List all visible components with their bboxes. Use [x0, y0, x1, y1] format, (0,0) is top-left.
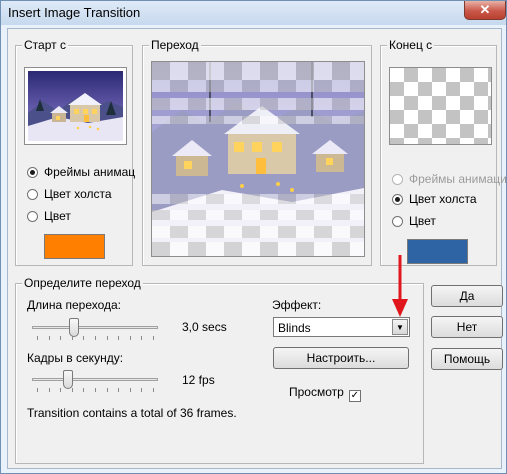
slider-tick	[107, 336, 108, 340]
slider-tick	[72, 336, 73, 340]
slider-track	[32, 378, 158, 381]
end-option-color-label: Цвет	[409, 214, 436, 228]
slider-tick	[49, 388, 50, 392]
slider-tick	[95, 388, 96, 392]
end-group-label: Конец с	[387, 38, 435, 52]
effect-label: Эффект:	[272, 298, 322, 312]
slider-tick	[72, 388, 73, 392]
help-button[interactable]: Помощь	[431, 348, 503, 370]
length-label: Длина перехода:	[27, 298, 122, 312]
cancel-button[interactable]: Нет	[431, 316, 503, 338]
start-preview	[24, 67, 127, 145]
slider-tick	[83, 336, 84, 340]
start-option-color-label: Цвет	[44, 209, 71, 223]
slider-tick	[60, 336, 61, 340]
slider-tick	[153, 388, 154, 392]
frames-summary: Transition contains a total of 36 frames…	[27, 406, 237, 420]
end-group: Конец с Фреймы анимаци Цвет холста Цвет	[380, 38, 507, 266]
blinds-preview-image	[152, 62, 364, 256]
start-option-frames[interactable]: Фреймы анимац	[27, 165, 135, 179]
dialog-client-area: Старт с Фреймы анимац Цвет холста Цвет П…	[7, 28, 507, 469]
radio-icon	[392, 174, 403, 185]
start-option-canvas-label: Цвет холста	[44, 187, 112, 201]
slider-tick	[118, 336, 119, 340]
radio-icon	[27, 167, 38, 178]
length-value: 3,0 secs	[182, 320, 227, 334]
slider-tick	[49, 336, 50, 340]
slider-tick	[118, 388, 119, 392]
slider-track	[32, 326, 158, 329]
fps-slider-ticks	[32, 388, 158, 392]
end-option-color[interactable]: Цвет	[392, 214, 436, 228]
end-color-swatch[interactable]	[407, 239, 468, 264]
slider-tick	[130, 336, 131, 340]
preview-checkbox-row[interactable]: Просмотр ✓	[289, 385, 361, 402]
slider-thumb[interactable]	[69, 318, 79, 337]
close-button[interactable]: ✕	[464, 1, 506, 20]
slider-tick	[141, 336, 142, 340]
slider-tick	[83, 388, 84, 392]
configure-button[interactable]: Настроить...	[273, 347, 409, 369]
transition-preview	[151, 61, 365, 257]
window-title: Insert Image Transition	[8, 5, 141, 20]
close-icon: ✕	[479, 2, 491, 17]
radio-icon	[27, 211, 38, 222]
slider-tick	[37, 388, 38, 392]
radio-icon	[27, 189, 38, 200]
length-slider-ticks	[32, 336, 158, 340]
dialog-window: Insert Image Transition ✕ Старт с Фреймы…	[0, 0, 507, 474]
end-preview	[389, 67, 492, 145]
end-option-frames-label: Фреймы анимаци	[409, 172, 507, 186]
define-transition-group: Определите переход Длина перехода: 3,0 s…	[15, 276, 424, 464]
ok-button[interactable]: Да	[431, 285, 503, 307]
transition-group-label: Переход	[149, 38, 201, 52]
radio-icon	[392, 216, 403, 227]
fps-label: Кадры в секунду:	[27, 351, 124, 365]
end-option-canvas[interactable]: Цвет холста	[392, 192, 477, 206]
start-option-canvas[interactable]: Цвет холста	[27, 187, 112, 201]
slider-tick	[37, 336, 38, 340]
start-group: Старт с Фреймы анимац Цвет холста Цвет	[15, 38, 135, 266]
define-group-label: Определите переход	[22, 276, 143, 290]
winter-house-thumbnail	[28, 71, 123, 141]
end-option-frames[interactable]: Фреймы анимаци	[392, 172, 507, 186]
start-option-frames-label: Фреймы анимац	[44, 165, 136, 179]
fps-value: 12 fps	[182, 373, 215, 387]
slider-thumb[interactable]	[63, 370, 73, 389]
effect-select-value: Blinds	[278, 321, 311, 335]
annotation-arrow-icon	[392, 255, 408, 317]
slider-tick	[153, 336, 154, 340]
title-bar[interactable]: Insert Image Transition ✕	[1, 1, 506, 25]
slider-tick	[130, 388, 131, 392]
end-option-canvas-label: Цвет холста	[409, 192, 477, 206]
slider-tick	[107, 388, 108, 392]
radio-icon	[392, 194, 403, 205]
start-group-label: Старт с	[22, 38, 68, 52]
chevron-down-icon[interactable]: ▼	[392, 319, 408, 335]
slider-tick	[95, 336, 96, 340]
preview-checkbox-label: Просмотр	[289, 385, 344, 399]
slider-tick	[141, 388, 142, 392]
transition-group: Переход	[142, 38, 372, 266]
start-color-swatch[interactable]	[44, 234, 105, 259]
checkmark-icon[interactable]: ✓	[348, 390, 361, 402]
start-option-color[interactable]: Цвет	[27, 209, 71, 223]
slider-tick	[60, 388, 61, 392]
